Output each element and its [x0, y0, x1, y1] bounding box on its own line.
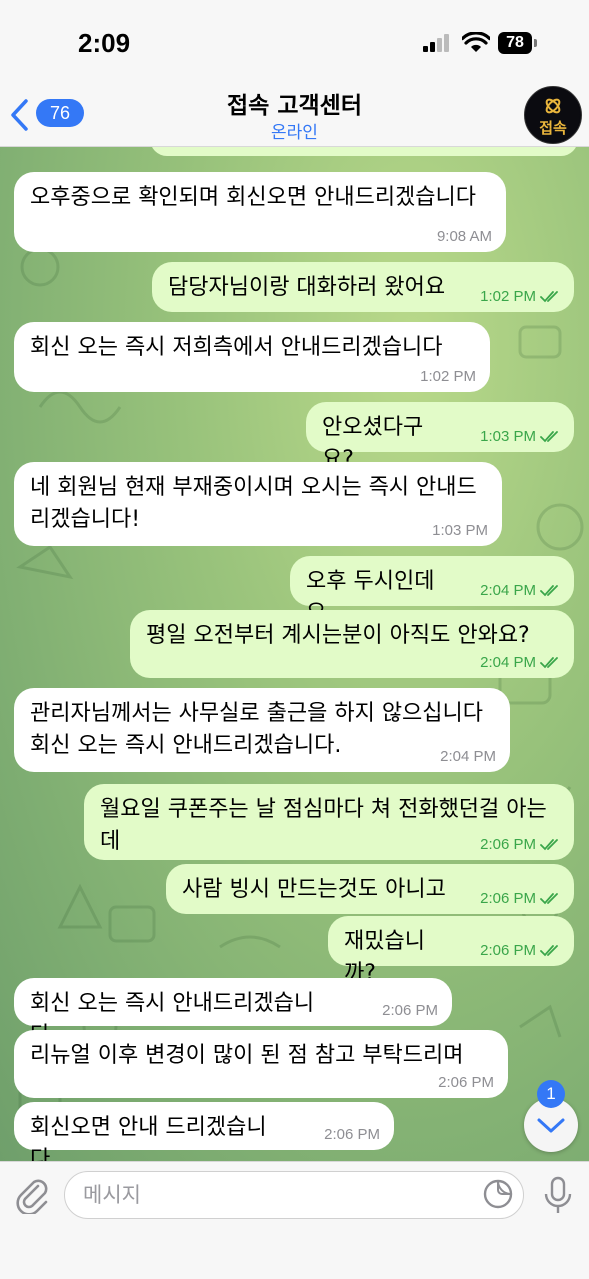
incoming-message[interactable]: 회신오면 안내 드리겠습니다 2:06 PM — [14, 1102, 394, 1172]
message-text: 오후중으로 확인되며 회신오면 안내드리겠습니다 — [30, 185, 477, 210]
paperclip-icon[interactable] — [14, 1176, 50, 1214]
read-checkmarks-icon — [540, 585, 558, 597]
message-time: 2:06 PM — [382, 1002, 438, 1019]
read-checkmarks-icon — [540, 291, 558, 303]
new-messages-badge: 1 — [537, 1080, 565, 1108]
message-time: 1:03 PM — [432, 522, 488, 539]
wifi-icon — [462, 32, 490, 52]
sticker-icon[interactable] — [482, 1178, 514, 1210]
message-meta: 1:02 PM — [420, 368, 476, 386]
incoming-message[interactable]: 회신 오는 즉시 안내드리겠습니다.2:06 PM — [14, 978, 452, 1048]
message-time: 2:04 PM — [480, 654, 536, 671]
message-meta: 1:03 PM — [480, 428, 562, 446]
outgoing-message[interactable]: 평일 오전부터 계시는분이 아직도 안와요? 2:04 PM — [130, 610, 574, 678]
outgoing-message[interactable]: 월요일 쿠폰주는 날 점심마다 쳐 전화했던걸 아는데 2:06 PM — [84, 784, 574, 860]
message-time: 2:06 PM — [438, 1074, 494, 1091]
message-text: 회신 오는 즉시 저희측에서 안내드리겠습니다 — [30, 335, 443, 360]
outgoing-message[interactable]: 재밌습니까? 2:06 PM — [328, 916, 574, 986]
message-time: 2:06 PM — [480, 836, 536, 853]
message-meta: 2:04 PM — [480, 582, 562, 600]
online-status: 온라인 — [271, 123, 318, 143]
composer-bar: 메시지 — [0, 1161, 589, 1279]
read-checkmarks-icon — [540, 839, 558, 851]
incoming-message[interactable]: 관리자님께서는 사무실로 출근을 하지 않으십니다 회신 오는 즉시 안내드리겠… — [14, 688, 510, 772]
status-time: 2:09 — [78, 28, 131, 58]
message-meta: 1:03 PM — [432, 522, 488, 540]
read-checkmarks-icon — [540, 431, 558, 443]
outgoing-message[interactable]: 담당자님이랑 대화하러 왔어요 1:02 PM — [152, 262, 574, 312]
battery-tip — [534, 39, 537, 47]
message-time: 1:02 PM — [420, 368, 476, 385]
message-time: 2:04 PM — [440, 748, 496, 765]
message-text: 평일 오전부터 계시는분이 아직도 안와요? — [146, 623, 530, 648]
message-meta: 2:04 PM — [480, 654, 562, 672]
microphone-icon[interactable] — [543, 1176, 573, 1216]
message-meta: 2:06 PM — [480, 836, 562, 854]
message-meta: 2:06 PM — [324, 1126, 380, 1144]
message-input[interactable]: 메시지 — [64, 1171, 524, 1219]
message-time: 1:03 PM — [480, 428, 536, 445]
outgoing-message[interactable]: 사람 빙시 만드는것도 아니고 2:06 PM — [166, 864, 574, 914]
message-time: 9:08 AM — [436, 228, 492, 245]
incoming-message[interactable]: 회신 오는 즉시 저희측에서 안내드리겠습니다 1:02 PM — [14, 322, 490, 392]
message-meta: 2:06 PM — [480, 890, 562, 908]
avatar[interactable]: 접속 — [524, 86, 582, 144]
message-time: 2:06 PM — [480, 890, 536, 907]
incoming-message[interactable]: 네 회원님 현재 부재중이시며 오시는 즉시 안내드리겠습니다! 1:03 PM — [14, 462, 502, 546]
message-meta: 2:04 PM — [440, 748, 496, 766]
status-bar: 2:09 78 — [0, 0, 589, 80]
incoming-message[interactable]: 리뉴얼 이후 변경이 많이 된 점 참고 부탁드리며 2:06 PM — [14, 1030, 508, 1098]
outgoing-message[interactable]: 오후 두시인데요2:04 PM — [290, 556, 574, 626]
message-time: 2:06 PM — [324, 1126, 380, 1143]
message-meta: 2:06 PM — [382, 1002, 438, 1020]
read-checkmarks-icon — [540, 657, 558, 669]
message-text: 네 회원님 현재 부재중이시며 오시는 즉시 안내드리겠습니다! — [30, 475, 477, 532]
message-text: 관리자님께서는 사무실로 출근을 하지 않으십니다 회신 오는 즉시 안내드리겠… — [30, 701, 484, 758]
chat-header: 76 접속 고객센터 온라인 접속 — [0, 80, 589, 147]
message-meta: 1:02 PM — [480, 288, 562, 306]
message-time: 2:06 PM — [480, 942, 536, 959]
message-time: 2:04 PM — [480, 582, 536, 599]
message-meta: 9:08 AM — [437, 228, 492, 246]
message-text: 리뉴얼 이후 변경이 많이 된 점 참고 부탁드리며 — [30, 1043, 464, 1068]
outgoing-message[interactable]: 안오셨다구요? 1:03 PM — [306, 402, 574, 472]
message-meta: 2:06 PM — [438, 1074, 494, 1092]
read-checkmarks-icon — [540, 893, 558, 905]
message-meta: 2:06 PM — [480, 942, 562, 960]
cellular-signal-icon — [423, 34, 449, 52]
read-checkmarks-icon — [540, 945, 558, 957]
incoming-message[interactable]: 오후중으로 확인되며 회신오면 안내드리겠습니다 9:08 AM — [14, 172, 506, 252]
battery-level: 78 — [498, 32, 532, 54]
message-time: 1:02 PM — [480, 288, 536, 305]
chat-title[interactable]: 접속 고객센터 — [0, 86, 589, 120]
avatar-label: 접속 — [539, 119, 567, 137]
